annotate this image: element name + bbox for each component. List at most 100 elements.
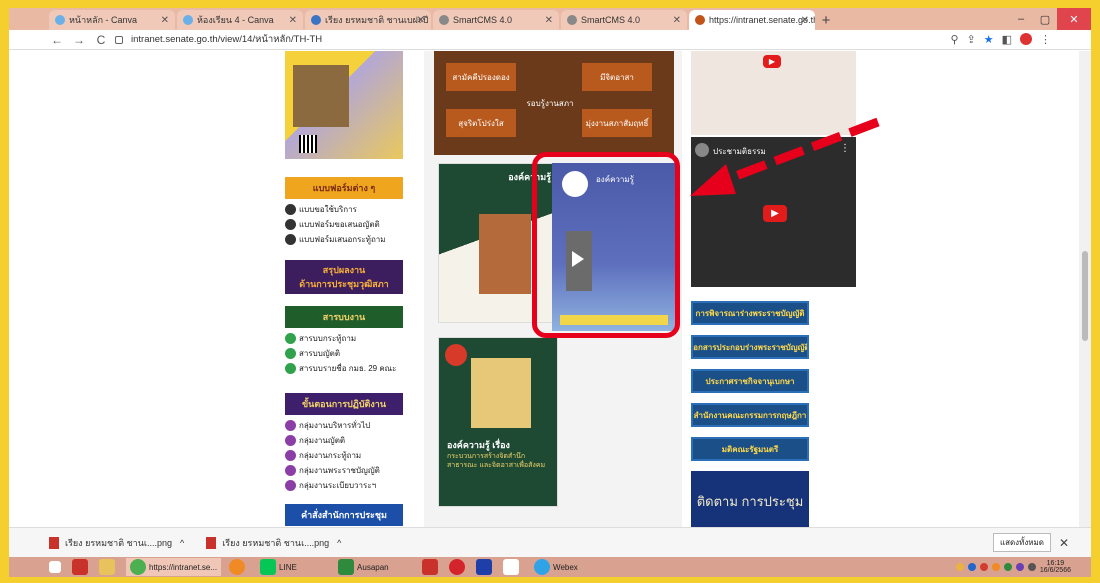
tray-icon[interactable] bbox=[1003, 563, 1012, 571]
procedure-link[interactable]: กลุ่มงานระเบียบวาระฯ bbox=[285, 479, 415, 492]
tab-3[interactable]: เรียง ยรหมชาติ ชานเบฝะปี หทัย✕ bbox=[305, 10, 431, 30]
close-icon[interactable]: ✕ bbox=[801, 15, 809, 26]
firefox-icon[interactable] bbox=[229, 558, 248, 576]
taskbar: https://intranet.se... LINE Ausapan Webe… bbox=[9, 557, 1091, 577]
show-all-button[interactable]: แสดงทั้งหมด bbox=[992, 533, 1051, 552]
arrow-annotation bbox=[690, 117, 880, 196]
back-button[interactable]: ← bbox=[49, 33, 65, 47]
catalog-link[interactable]: สารบบรายชื่อ กมธ. 29 คณะ bbox=[285, 362, 415, 375]
windows-start-icon[interactable] bbox=[49, 558, 64, 576]
address-actions: ⚲ ⇪ ★ ◧ ⋮ bbox=[950, 33, 1051, 46]
taskbar-chrome[interactable]: https://intranet.se... bbox=[126, 558, 222, 576]
tab-label: ห้องเรียน 4 - Canva bbox=[197, 15, 274, 25]
qr-code bbox=[299, 135, 317, 153]
app-icon[interactable] bbox=[476, 558, 495, 576]
knowledge-card-2[interactable]: องค์ความรู้ เรื่อง กระบวนการสร้างจิตสำนึ… bbox=[438, 337, 558, 507]
acrobat-icon[interactable] bbox=[72, 558, 91, 576]
globe-icon bbox=[439, 15, 449, 25]
form-link[interactable]: แบบฟอร์มเสนอกระทู้ถาม bbox=[285, 233, 415, 246]
pdf-icon[interactable] bbox=[422, 558, 441, 576]
menu-icon[interactable]: ⋮ bbox=[1040, 33, 1051, 46]
taskbar-webex[interactable]: Webex bbox=[530, 558, 582, 576]
tab-4[interactable]: SmartCMS 4.0 ✕ bbox=[433, 10, 559, 30]
link-bill-consideration[interactable]: การพิจารณาร่างพระราชบัญญัติ bbox=[691, 301, 809, 325]
image-file-icon bbox=[49, 536, 59, 549]
banner-orders[interactable]: คำสั่งสำนักการประชุม bbox=[285, 504, 403, 526]
tab-5[interactable]: SmartCMS 4.0 ✕ bbox=[561, 10, 687, 30]
download-item[interactable]: เรียง ยรหมชาติ ชานเ....png ^ bbox=[49, 536, 184, 550]
maximize-button[interactable]: ▢ bbox=[1033, 8, 1057, 30]
tray-icon[interactable] bbox=[979, 563, 988, 571]
close-icon[interactable]: ✕ bbox=[545, 15, 553, 26]
catalog-link[interactable]: สารบบญัตติ bbox=[285, 347, 415, 360]
form-link[interactable]: แบบขอใช้บริการ bbox=[285, 203, 415, 216]
procedure-link[interactable]: กลุ่มงานพระราชบัญญัติ bbox=[285, 464, 415, 477]
opera-icon[interactable] bbox=[449, 558, 468, 576]
follow-meeting-banner[interactable]: ติดตาม การประชุม bbox=[691, 471, 809, 527]
procedure-link-label[interactable]: กลุ่มงานกระทู้ถาม bbox=[299, 449, 361, 462]
scrollbar-thumb[interactable] bbox=[1082, 251, 1088, 341]
taskbar-ausapan[interactable]: Ausapan bbox=[334, 558, 414, 576]
tab-1[interactable]: หน้าหลัก - Canva ✕ bbox=[49, 10, 175, 30]
catalog-link-label[interactable]: สารบบญัตติ bbox=[299, 347, 340, 360]
link-krisdika[interactable]: สำนักงานคณะกรรมการกฤษฎีกา bbox=[691, 403, 809, 427]
close-icon[interactable]: ✕ bbox=[417, 15, 425, 26]
values-poster[interactable]: สามัคคีปรองดอง มีจิตอาสา รอบรู้งานสภา สุ… bbox=[434, 51, 674, 155]
tab-6-active[interactable]: https://intranet.senate.go.th/vie✕ bbox=[689, 10, 815, 30]
procedure-link-label[interactable]: กลุ่มงานบริหารทั่วไป bbox=[299, 419, 370, 432]
close-icon[interactable]: ✕ bbox=[289, 15, 297, 26]
banner-procedure[interactable]: ขั้นตอนการปฏิบัติงาน bbox=[285, 393, 403, 415]
wifi-icon[interactable] bbox=[1027, 563, 1036, 571]
close-icon[interactable]: ✕ bbox=[1059, 536, 1069, 550]
banner-forms[interactable]: แบบฟอร์มต่าง ๆ bbox=[285, 177, 403, 199]
file-icon[interactable] bbox=[503, 558, 522, 576]
link-cabinet-resolution[interactable]: มติคณะรัฐมนตรี bbox=[691, 437, 809, 461]
tray-icon[interactable] bbox=[955, 563, 964, 571]
catalog-link-label[interactable]: สารบบรายชื่อ กมธ. 29 คณะ bbox=[299, 362, 396, 375]
download-item[interactable]: เรียง ยรหมชาติ ชานเ....png ^ bbox=[206, 536, 341, 550]
link-bill-documents[interactable]: เอกสารประกอบร่างพระราชบัญญัติ bbox=[691, 335, 809, 359]
tray-icon[interactable] bbox=[1015, 563, 1024, 571]
link-royal-gazette[interactable]: ประกาศราชกิจจานุเบกษา bbox=[691, 369, 809, 393]
lock-icon[interactable] bbox=[115, 35, 123, 44]
form-link-label[interactable]: แบบขอใช้บริการ bbox=[299, 203, 357, 216]
tray-icon[interactable] bbox=[991, 563, 1000, 571]
share-icon[interactable]: ⇪ bbox=[967, 33, 976, 46]
banner-catalog[interactable]: สารบบงาน bbox=[285, 306, 403, 328]
procedure-link-label[interactable]: กลุ่มงานพระราชบัญญัติ bbox=[299, 464, 380, 477]
catalog-link[interactable]: สารบบกระทู้ถาม bbox=[285, 332, 415, 345]
minimize-button[interactable]: – bbox=[1009, 8, 1033, 30]
chevron-up-icon[interactable]: ^ bbox=[180, 538, 184, 548]
page-scrollbar[interactable] bbox=[1079, 51, 1091, 527]
procedure-link[interactable]: กลุ่มงานญัตติ bbox=[285, 434, 415, 447]
chevron-up-icon[interactable]: ^ bbox=[337, 538, 341, 548]
form-link-label[interactable]: แบบฟอร์มขอเสนอญัตติ bbox=[299, 218, 380, 231]
procedure-link-label[interactable]: กลุ่มงานระเบียบวาระฯ bbox=[299, 479, 376, 492]
procedure-link-label[interactable]: กลุ่มงานญัตติ bbox=[299, 434, 345, 447]
profile-avatar[interactable] bbox=[1020, 33, 1032, 45]
tab-2[interactable]: ห้องเรียน 4 - Canva ✕ bbox=[177, 10, 303, 30]
banner-summary[interactable]: สรุปผลงาน ด้านการประชุมวุฒิสภา bbox=[285, 260, 403, 294]
senate-building-poster[interactable] bbox=[285, 51, 403, 159]
procedure-link[interactable]: กลุ่มงานบริหารทั่วไป bbox=[285, 419, 415, 432]
clock[interactable]: 16:19 16/6/2566 bbox=[1040, 560, 1071, 575]
close-window-button[interactable]: ✕ bbox=[1057, 8, 1091, 30]
youtube-play-icon[interactable]: ▶ bbox=[763, 55, 781, 68]
folder-icon[interactable] bbox=[99, 558, 118, 576]
close-icon[interactable]: ✕ bbox=[161, 15, 169, 26]
form-link[interactable]: แบบฟอร์มขอเสนอญัตติ bbox=[285, 218, 415, 231]
star-icon[interactable]: ★ bbox=[984, 33, 994, 46]
procedure-link[interactable]: กลุ่มงานกระทู้ถาม bbox=[285, 449, 415, 462]
banner-summary-line2: ด้านการประชุมวุฒิสภา bbox=[299, 279, 389, 289]
url-field[interactable]: intranet.senate.go.th/view/14/หน้าหลัก/T… bbox=[131, 32, 322, 47]
reload-button[interactable]: C bbox=[93, 33, 109, 47]
new-tab-button[interactable]: + bbox=[817, 10, 835, 30]
taskbar-line[interactable]: LINE bbox=[256, 558, 326, 576]
tray-icon[interactable] bbox=[967, 563, 976, 571]
sidepanel-icon[interactable]: ◧ bbox=[1002, 33, 1012, 46]
catalog-link-label[interactable]: สารบบกระทู้ถาม bbox=[299, 332, 356, 345]
form-link-label[interactable]: แบบฟอร์มเสนอกระทู้ถาม bbox=[299, 233, 386, 246]
zoom-icon[interactable]: ⚲ bbox=[950, 33, 958, 46]
forward-button[interactable]: → bbox=[71, 33, 87, 47]
close-icon[interactable]: ✕ bbox=[673, 15, 681, 26]
